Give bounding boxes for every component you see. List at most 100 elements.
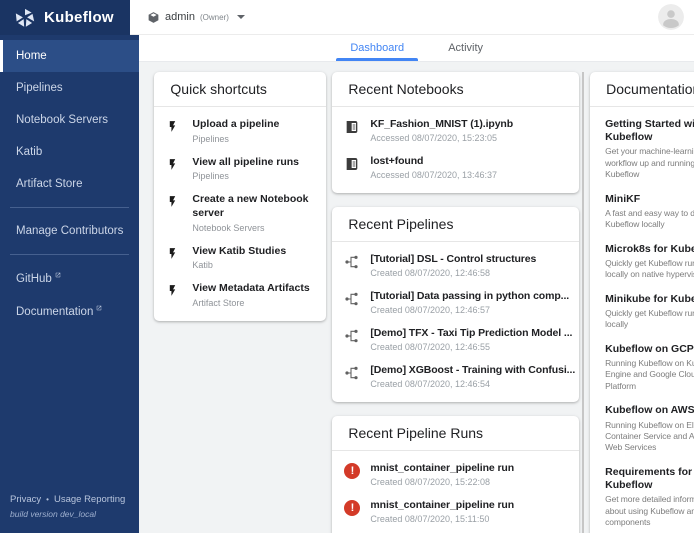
doc-link-title: Getting Started with Kubeflow <box>605 118 694 144</box>
namespace-selector[interactable]: admin (Owner) <box>147 11 245 24</box>
doc-link-description: Quickly get Kubeflow running locally on … <box>605 258 694 281</box>
doc-link-title: Microk8s for Kubeflow <box>605 243 694 256</box>
sidebar-item-label: Artifact Store <box>16 178 82 190</box>
quick-shortcut-item[interactable]: View Katib Studies Katib <box>154 239 326 277</box>
documentation-link-item[interactable]: Requirements for Kubeflow Get more detai… <box>590 460 694 533</box>
shortcut-title: View Metadata Artifacts <box>192 282 318 296</box>
namespace-name: admin <box>165 11 195 23</box>
doc-link-title: Minikube for Kubeflow <box>605 293 694 306</box>
documentation-link-item[interactable]: MiniKF A fast and easy way to deploy Kub… <box>590 187 694 237</box>
shortcut-title: View Katib Studies <box>192 245 318 259</box>
pipeline-item[interactable]: [Tutorial] DSL - Control structures Crea… <box>332 247 579 284</box>
quick-shortcut-item[interactable]: View all pipeline runs Pipelines <box>154 150 326 188</box>
sidebar-item-label: Manage Contributors <box>16 225 123 237</box>
pipeline-graph-icon <box>344 254 360 270</box>
kubeflow-logo-icon <box>15 8 35 28</box>
sidebar-item[interactable]: GitHub <box>0 262 139 295</box>
run-created-time: Created 08/07/2020, 15:22:08 <box>370 477 575 487</box>
doc-link-description: Get your machine-learning workflow up an… <box>605 146 694 180</box>
sidebar-item[interactable]: Documentation <box>0 295 139 328</box>
doc-link-title: Requirements for Kubeflow <box>605 466 694 492</box>
pipeline-run-item[interactable]: mnist_container_pipeline run Created 08/… <box>332 493 579 530</box>
run-created-time: Created 08/07/2020, 15:11:50 <box>370 514 575 524</box>
notebook-item[interactable]: KF_Fashion_MNIST (1).ipynb Accessed 08/0… <box>332 112 579 149</box>
middle-column-scrollbar[interactable] <box>582 72 584 533</box>
sidebar-item[interactable]: Artifact Store <box>0 168 139 200</box>
quick-shortcut-item[interactable]: Create a new Notebook server Notebook Se… <box>154 187 326 238</box>
doc-link-title: Kubeflow on GCP <box>605 343 694 356</box>
tab[interactable]: Activity <box>426 35 505 61</box>
sidebar-item-label: Notebook Servers <box>16 114 108 126</box>
sidebar-item-label: Home <box>16 50 47 62</box>
doc-link-description: Running Kubeflow on Kubernetes Engine an… <box>605 358 694 392</box>
sidebar: Home Pipelines Notebook Servers Katib Ar… <box>0 35 139 533</box>
pipeline-item[interactable]: [Tutorial] Data passing in python comp..… <box>332 284 579 321</box>
lightning-bolt-icon <box>166 118 179 133</box>
notebook-accessed-time: Accessed 08/07/2020, 13:46:37 <box>370 170 575 180</box>
documentation-link-item[interactable]: Getting Started with Kubeflow Get your m… <box>590 112 694 187</box>
card-title: Recent Pipeline Runs <box>332 416 579 451</box>
quick-shortcut-item[interactable]: View Metadata Artifacts Artifact Store <box>154 276 326 314</box>
shortcut-subtitle: Notebook Servers <box>192 223 318 233</box>
pipeline-graph-icon <box>344 328 360 344</box>
external-link-icon <box>55 272 61 278</box>
pipeline-run-item[interactable]: mnist_container_pipeline run Created 08/… <box>332 456 579 493</box>
documentation-link-item[interactable]: Microk8s for Kubeflow Quickly get Kubefl… <box>590 237 694 287</box>
run-title: mnist_container_pipeline run <box>370 499 575 511</box>
sidebar-item-label: GitHub <box>16 273 52 285</box>
lightning-bolt-icon <box>166 282 179 297</box>
doc-link-description: Running Kubeflow on Elastic Container Se… <box>605 420 694 454</box>
pipeline-item[interactable]: [Demo] XGBoost - Training with Confusi..… <box>332 358 579 395</box>
card-title: Recent Pipelines <box>332 207 579 242</box>
tab[interactable]: Dashboard <box>328 35 426 61</box>
shortcut-subtitle: Pipelines <box>192 134 318 144</box>
shortcut-subtitle: Katib <box>192 260 318 270</box>
doc-link-title: Kubeflow on AWS <box>605 404 694 417</box>
external-link-icon <box>96 305 102 311</box>
recent-pipeline-runs-card: Recent Pipeline Runs mnist_container_pip… <box>332 416 579 533</box>
namespace-cube-icon <box>147 11 160 24</box>
run-status-icon <box>344 500 360 516</box>
privacy-link[interactable]: Privacy <box>10 494 41 505</box>
notebook-icon <box>344 119 360 135</box>
pipeline-graph-icon <box>344 365 360 381</box>
recent-notebooks-card: Recent Notebooks KF_Fashion_MNIST (1).ip… <box>332 72 579 193</box>
usage-reporting-link[interactable]: Usage Reporting <box>54 494 125 505</box>
sidebar-footer: Privacy • Usage Reporting build version … <box>0 484 139 533</box>
kubeflow-dashboard: Kubeflow admin (Owner) <box>0 0 694 533</box>
card-title: Documentation <box>590 72 694 107</box>
shortcut-title: Upload a pipeline <box>192 118 318 132</box>
chevron-down-icon <box>237 15 245 19</box>
run-title: mnist_container_pipeline run <box>370 462 575 474</box>
brand-area: Kubeflow <box>0 0 130 35</box>
quick-shortcuts-card: Quick shortcuts Upload a pipeline Pipeli… <box>154 72 326 321</box>
sidebar-item[interactable]: Katib <box>0 136 139 168</box>
sidebar-item[interactable]: Pipelines <box>0 72 139 104</box>
lightning-bolt-icon <box>166 156 179 171</box>
pipeline-item[interactable]: [Demo] TFX - Taxi Tip Prediction Model .… <box>332 321 579 358</box>
documentation-link-item[interactable]: Kubeflow on AWS Running Kubeflow on Elas… <box>590 398 694 460</box>
shortcut-subtitle: Pipelines <box>192 171 318 181</box>
doc-link-description: Quickly get Kubeflow running locally <box>605 308 694 331</box>
sidebar-item-label: Documentation <box>16 306 93 318</box>
notebook-title: lost+found <box>370 155 575 167</box>
recent-pipelines-card: Recent Pipelines [Tutorial] DSL - Contro… <box>332 207 579 402</box>
user-avatar[interactable] <box>658 4 684 30</box>
sidebar-item[interactable]: Notebook Servers <box>0 104 139 136</box>
quick-shortcut-item[interactable]: Upload a pipeline Pipelines <box>154 112 326 150</box>
pipeline-title: [Tutorial] Data passing in python comp..… <box>370 290 575 302</box>
run-status-icon <box>344 463 360 479</box>
documentation-link-item[interactable]: Minikube for Kubeflow Quickly get Kubefl… <box>590 287 694 337</box>
card-title: Quick shortcuts <box>154 72 326 107</box>
shortcut-subtitle: Artifact Store <box>192 298 318 308</box>
notebook-item[interactable]: lost+found Accessed 08/07/2020, 13:46:37 <box>332 149 579 186</box>
lightning-bolt-icon <box>166 245 179 260</box>
documentation-link-item[interactable]: Kubeflow on GCP Running Kubeflow on Kube… <box>590 337 694 399</box>
brand-title: Kubeflow <box>44 9 114 26</box>
top-bar-right: admin (Owner) <box>130 0 694 35</box>
sidebar-item[interactable]: Home <box>0 40 139 72</box>
shortcut-title: View all pipeline runs <box>192 156 318 170</box>
pipeline-title: [Demo] TFX - Taxi Tip Prediction Model .… <box>370 327 575 339</box>
sidebar-item[interactable]: Manage Contributors <box>0 215 139 247</box>
doc-link-description: Get more detailed information about usin… <box>605 494 694 528</box>
